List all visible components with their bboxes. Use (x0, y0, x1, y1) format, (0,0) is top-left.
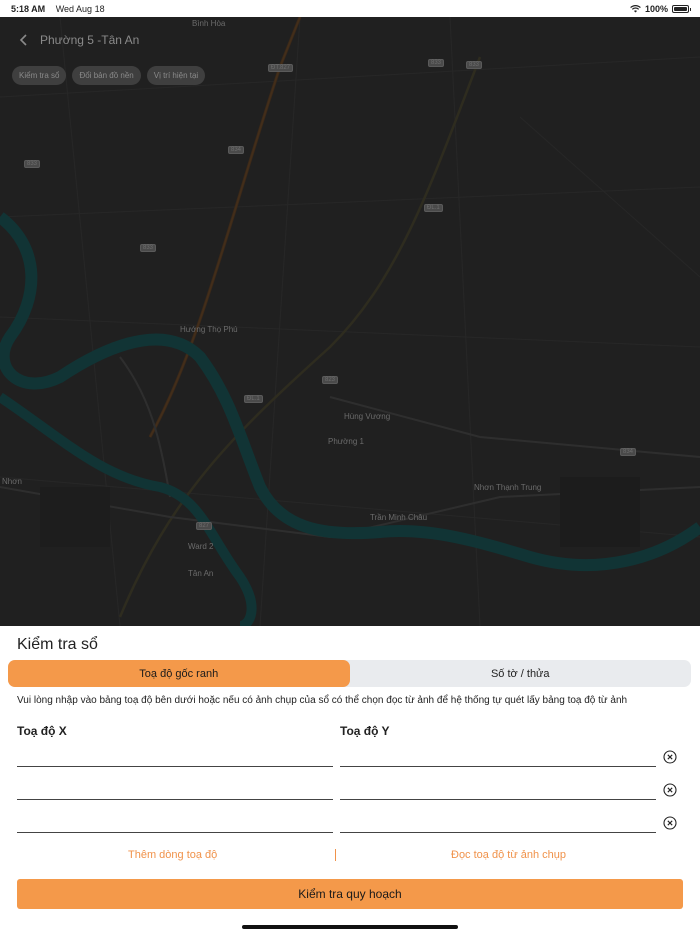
clear-row-icon[interactable] (663, 816, 677, 830)
map-view[interactable]: Bình Hòa Hướng Thọ Phú Phường 1 Nhơn Thạ… (0, 17, 700, 626)
map-road-label: Hùng Vương (344, 412, 391, 421)
road-badge: ĐL.1 (244, 395, 263, 403)
map-place-label: Tân An (188, 569, 214, 578)
battery-icon (672, 4, 691, 13)
link-divider (335, 849, 336, 861)
column-label-y: Toạ độ Y (340, 724, 390, 738)
road-badge: 823 (322, 376, 339, 384)
clear-row-icon[interactable] (663, 750, 677, 764)
clear-row-icon[interactable] (663, 783, 677, 797)
road-badge: 833 (24, 160, 41, 168)
add-coordinate-row-button[interactable]: Thêm dòng toạ độ (128, 849, 217, 861)
tab-sheet-parcel-number[interactable]: Số tờ / thửa (350, 660, 692, 687)
map-place-label: Nhơn (2, 477, 22, 486)
road-badge: ĐL.1 (424, 204, 443, 212)
y-coordinate-input[interactable] (340, 832, 656, 833)
road-badge: 833 (140, 244, 157, 252)
y-coordinate-input[interactable] (340, 799, 656, 800)
page-title: Phường 5 -Tân An (40, 32, 140, 47)
status-date: Wed Aug 18 (55, 3, 105, 14)
battery-percent: 100% (644, 3, 668, 14)
chip-change-basemap[interactable]: Đổi bản đồ nền (72, 66, 141, 85)
status-bar: 5:18 AM Wed Aug 18 100% (0, 0, 700, 17)
road-badge: 827 (196, 522, 213, 530)
map-road-label: Trần Minh Châu (370, 513, 428, 522)
tab-boundary-coordinates[interactable]: Toạ độ gốc ranh (8, 660, 350, 687)
chip-current-location[interactable]: Vị trí hiện tại (146, 66, 206, 85)
x-coordinate-input[interactable] (17, 799, 333, 800)
wifi-icon (630, 4, 641, 12)
y-coordinate-input[interactable] (340, 766, 656, 767)
x-coordinate-input[interactable] (17, 832, 333, 833)
status-time: 5:18 AM (11, 3, 46, 14)
road-badge: 834 (620, 448, 637, 456)
x-coordinate-input[interactable] (17, 766, 333, 767)
road-badge: 833 (466, 61, 483, 69)
nav-header: Phường 5 -Tân An (0, 17, 700, 62)
check-book-sheet: Kiểm tra sổ Toạ độ gốc ranh Số tờ / thửa… (0, 626, 700, 934)
sheet-title: Kiểm tra sổ (17, 636, 98, 653)
back-chevron-icon[interactable] (16, 32, 32, 48)
check-planning-button[interactable]: Kiểm tra quy hoạch (17, 879, 683, 909)
map-dim-overlay (0, 17, 700, 626)
chip-check-book[interactable]: Kiểm tra sổ (12, 66, 67, 85)
map-place-label: Phường 1 (328, 437, 364, 446)
instruction-text: Vui lòng nhập vào bảng toạ độ bên dưới h… (17, 695, 628, 706)
map-place-label: Ward 2 (188, 542, 214, 551)
map-place-label: Nhơn Thạnh Trung (474, 483, 542, 492)
map-place-label: Hướng Thọ Phú (180, 325, 238, 334)
read-from-photo-button[interactable]: Đọc toạ độ từ ảnh chụp (451, 849, 566, 861)
road-badge: ĐT.827 (268, 64, 294, 72)
home-indicator (242, 925, 458, 929)
road-badge: 834 (228, 146, 245, 154)
column-label-x: Toạ độ X (17, 724, 67, 738)
map-action-chips: Kiểm tra sổ Đổi bản đồ nền Vị trí hiện t… (12, 66, 206, 85)
tab-segmented-control: Toạ độ gốc ranh Số tờ / thửa (8, 660, 691, 687)
